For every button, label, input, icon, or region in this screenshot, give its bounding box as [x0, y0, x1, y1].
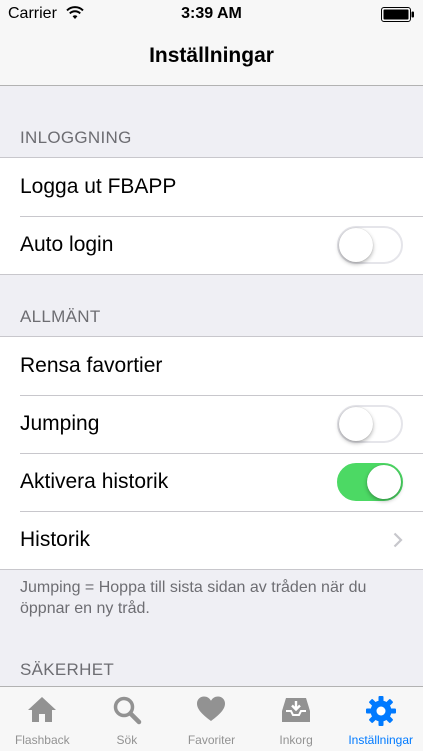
tab-label: Inställningar — [348, 733, 414, 747]
toggle-knob — [339, 407, 373, 441]
tab-bar: Flashback Sök Favoriter Inkorg Inställni… — [0, 686, 423, 751]
autologin-label: Auto login — [20, 233, 114, 256]
chevron-right-icon — [393, 532, 403, 548]
jumping-label: Jumping — [20, 412, 100, 435]
jumping-cell: Jumping — [0, 395, 423, 453]
clear-favorites-cell[interactable]: Rensa favortier — [0, 337, 423, 395]
tab-label: Sök — [116, 733, 138, 747]
heart-icon — [197, 696, 226, 721]
status-time: 3:39 AM — [181, 5, 242, 22]
battery-icon — [381, 7, 414, 22]
navigation-bar: Inställningar — [0, 28, 423, 86]
autologin-cell: Auto login — [0, 216, 423, 274]
inbox-icon — [282, 698, 311, 722]
tab-inbox[interactable]: Inkorg — [254, 687, 339, 751]
section-header-login: INLOGGNING — [20, 128, 132, 147]
clear-favorites-label: Rensa favortier — [20, 354, 163, 377]
logout-cell[interactable]: Logga ut FBAPP — [0, 158, 423, 216]
tab-flashback[interactable]: Flashback — [0, 687, 85, 751]
toggle-knob — [339, 228, 373, 262]
settings-list[interactable]: INLOGGNING Logga ut FBAPP Auto login ALL… — [0, 86, 423, 686]
general-footer-note: Jumping = Hoppa till sista sidan av tråd… — [20, 579, 367, 617]
tab-search[interactable]: Sök — [85, 687, 170, 751]
toggle-knob — [367, 465, 401, 499]
tab-label: Inkorg — [279, 733, 313, 747]
tab-label: Favoriter — [187, 733, 236, 747]
history-cell[interactable]: Historik — [0, 511, 423, 569]
tab-label: Flashback — [14, 733, 70, 747]
general-group: Rensa favortier Jumping Aktivera histori… — [0, 336, 423, 570]
section-header-general: ALLMÄNT — [20, 307, 101, 326]
autologin-toggle[interactable] — [337, 226, 403, 264]
search-icon — [113, 696, 142, 725]
page-title: Inställningar — [149, 44, 274, 67]
logout-label: Logga ut FBAPP — [20, 175, 177, 198]
history-enable-cell: Aktivera historik — [0, 453, 423, 511]
login-group: Logga ut FBAPP Auto login — [0, 157, 423, 275]
home-icon — [28, 697, 57, 722]
gear-icon — [365, 696, 396, 726]
tab-favorites[interactable]: Favoriter — [169, 687, 254, 751]
history-enable-toggle[interactable] — [337, 463, 403, 501]
tab-settings[interactable]: Inställningar — [338, 687, 423, 751]
history-enable-label: Aktivera historik — [20, 470, 169, 493]
jumping-toggle[interactable] — [337, 405, 403, 443]
status-bar: Carrier 3:39 AM — [0, 0, 423, 28]
history-label: Historik — [20, 528, 91, 551]
section-header-security: SÄKERHET — [20, 660, 115, 679]
